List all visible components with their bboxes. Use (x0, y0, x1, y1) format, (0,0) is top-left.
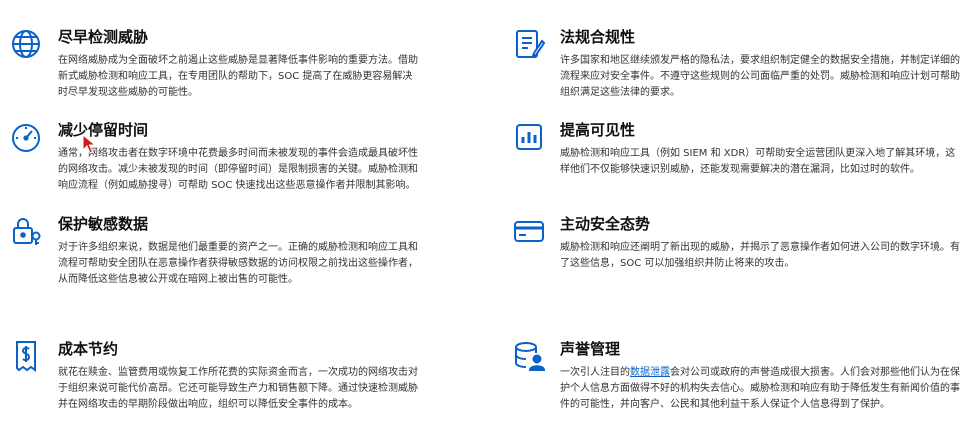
globe-icon (10, 27, 44, 61)
feature-cost-savings: 成本节约 就花在赎金、监管费用或恢复工作所花费的实际资金而言，一次成功的网络攻击… (10, 339, 420, 413)
feature-early-detection: 尽早检测威胁 在网络威胁成为全面破坏之前遏止这些威胁是显著降低事件影响的重要方法… (10, 27, 420, 101)
feature-description: 通常，网络攻击者在数字环境中花费最多时间而未被发现的事件会造成最具破坏性的网络攻… (58, 148, 418, 191)
feature-regulatory-compliance: 法规合规性 许多国家和地区继续颁发严格的隐私法，要求组织制定健全的数据安全措施，… (512, 27, 962, 101)
feature-description: 对于许多组织来说，数据是他们最重要的资产之一。正确的威胁检测和响应工具和流程可帮… (58, 242, 418, 285)
compliance-document-icon (512, 27, 546, 61)
cost-receipt-icon (10, 339, 44, 373)
feature-improve-visibility: 提高可见性 威胁检测和响应工具（例如 SIEM 和 XDR）可帮助安全运营团队更… (512, 120, 962, 178)
feature-title: 声誉管理 (560, 340, 621, 358)
feature-description: 威胁检测和响应工具（例如 SIEM 和 XDR）可帮助安全运营团队更深入地了解其… (560, 148, 956, 175)
feature-title: 主动安全态势 (560, 215, 651, 233)
feature-reputation-management: 声誉管理 一次引人注目的数据泄露会对公司或政府的声誉造成很大损害。人们会对那些他… (512, 339, 962, 413)
feature-title: 法规合规性 (560, 28, 636, 46)
data-breach-link[interactable]: 数据泄露 (630, 367, 670, 378)
analytics-report-icon (512, 120, 546, 154)
mouse-cursor-icon (82, 134, 96, 154)
feature-title: 减少停留时间 (58, 121, 149, 139)
feature-title: 保护敏感数据 (58, 215, 149, 233)
feature-description: 许多国家和地区继续颁发严格的隐私法，要求组织制定健全的数据安全措施，并制定详细的… (560, 55, 960, 98)
feature-reduce-dwell-time: 减少停留时间 通常，网络攻击者在数字环境中花费最多时间而未被发现的事件会造成最具… (10, 120, 420, 194)
feature-title: 尽早检测威胁 (58, 28, 149, 46)
feature-proactive-security: 主动安全态势 威胁检测和响应还阐明了新出现的威胁，并揭示了恶意操作者如何进入公司… (512, 214, 962, 272)
feature-description: 就花在赎金、监管费用或恢复工作所花费的实际资金而言，一次成功的网络攻击对于组织来… (58, 367, 418, 410)
feature-title: 成本节约 (58, 340, 119, 358)
speedometer-icon (10, 120, 44, 154)
feature-description: 在网络威胁成为全面破坏之前遏止这些威胁是显著降低事件影响的重要方法。借助新式威胁… (58, 55, 418, 98)
feature-description: 威胁检测和响应还阐明了新出现的威胁，并揭示了恶意操作者如何进入公司的数字环境。有… (560, 242, 960, 269)
feature-title: 提高可见性 (560, 121, 636, 139)
lock-key-icon (10, 214, 44, 248)
feature-description: 一次引人注目的数据泄露会对公司或政府的声誉造成很大损害。人们会对那些他们认为在保… (560, 367, 960, 410)
security-benefits-page: 尽早检测威胁 在网络威胁成为全面破坏之前遏止这些威胁是显著降低事件影响的重要方法… (0, 0, 969, 432)
feature-protect-sensitive-data: 保护敏感数据 对于许多组织来说，数据是他们最重要的资产之一。正确的威胁检测和响应… (10, 214, 420, 288)
credit-card-icon (512, 214, 546, 248)
database-user-icon (512, 339, 546, 373)
